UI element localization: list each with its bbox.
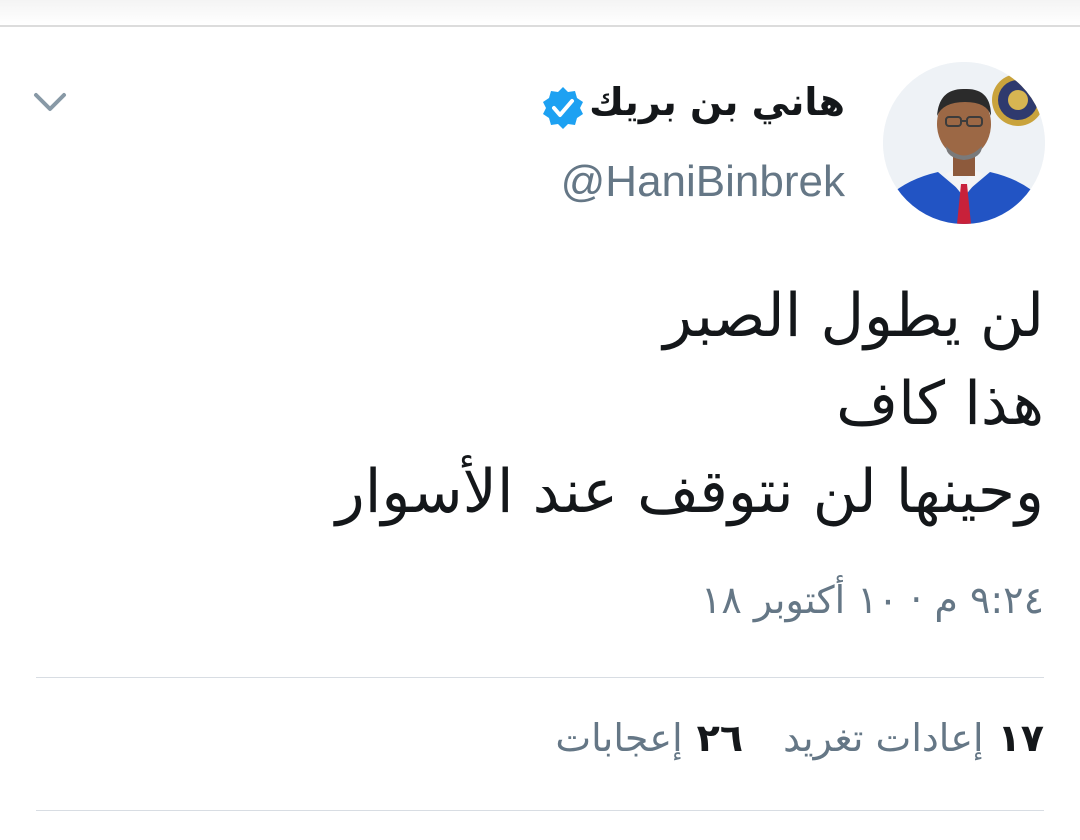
likes-count: ٢٦ bbox=[696, 716, 744, 760]
tweet-stats: ١٧ إعادات تغريد ٢٦ إعجابات bbox=[555, 708, 1044, 768]
likes-label: إعجابات bbox=[555, 716, 683, 760]
avatar[interactable] bbox=[883, 62, 1045, 224]
chevron-down-icon[interactable] bbox=[30, 82, 70, 122]
tweet-text-line: وحينها لن نتوقف عند الأسوار bbox=[335, 457, 1044, 527]
tweet-text-line: لن يطول الصبر bbox=[663, 281, 1044, 351]
tweet-text-line: هذا كاف bbox=[836, 369, 1044, 439]
tweet-timestamp[interactable]: ٩:٢٤ م · ١٠ أكتوبر ١٨ bbox=[701, 572, 1044, 628]
verified-badge-icon bbox=[540, 85, 586, 131]
divider bbox=[36, 810, 1044, 811]
author-handle[interactable]: @HaniBinbrek bbox=[561, 152, 845, 212]
retweets-stat[interactable]: ١٧ إعادات تغريد bbox=[783, 708, 1044, 768]
likes-stat[interactable]: ٢٦ إعجابات bbox=[555, 708, 743, 768]
divider bbox=[36, 677, 1044, 678]
tweet-text: لن يطول الصبر هذا كاف وحينها لن نتوقف عن… bbox=[144, 272, 1044, 536]
author-display-name[interactable]: هاني بن بريك bbox=[589, 72, 845, 132]
top-bar bbox=[0, 0, 1080, 27]
retweets-count: ١٧ bbox=[997, 716, 1044, 760]
retweets-label: إعادات تغريد bbox=[783, 716, 984, 760]
